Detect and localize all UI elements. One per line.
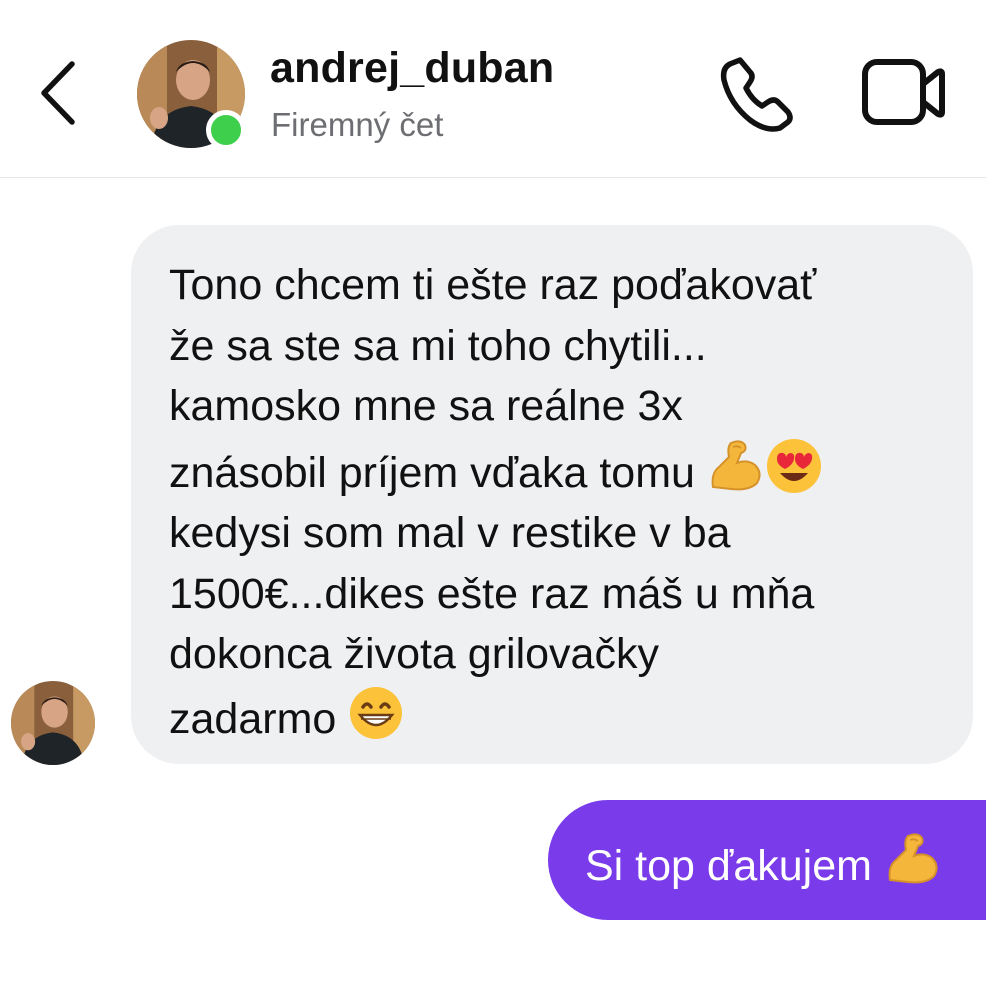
incoming-message-bubble[interactable]: Tono chcem ti ešte raz poďakovať že sa s… — [131, 225, 973, 764]
flexed-biceps-emoji — [711, 439, 761, 490]
back-button[interactable] — [34, 58, 84, 128]
message-line: že sa ste sa mi toho chytili... — [169, 321, 707, 370]
message-line: dokonca života grilovačky — [169, 630, 659, 678]
phone-icon — [720, 57, 793, 132]
outgoing-message-label: Si top ďakujem — [585, 841, 872, 890]
sender-avatar[interactable] — [11, 681, 95, 765]
video-camera-icon — [862, 59, 945, 125]
message-line: kedysi som mal v restike v ba — [169, 509, 731, 557]
outgoing-message-bubble[interactable]: Si top ďakujem — [548, 800, 986, 920]
flexed-biceps-emoji — [888, 832, 938, 883]
message-line: zadarmo — [169, 694, 337, 743]
heart-eyes-emoji — [766, 438, 821, 493]
chat-subtitle: Firemný čet — [271, 106, 444, 143]
online-status-indicator — [206, 110, 246, 150]
audio-call-button[interactable] — [718, 54, 798, 134]
chat-screen: andrej_duban Firemný čet Tono chcem ti e… — [0, 0, 986, 1001]
video-call-button[interactable] — [860, 56, 946, 132]
message-line: znásobil príjem vďaka tomu — [169, 448, 695, 497]
outgoing-message-text: Si top ďakujem — [585, 830, 942, 891]
incoming-message-text: Tono chcem ti ešte raz poďakovať že sa s… — [169, 255, 953, 749]
contact-username[interactable]: andrej_duban — [270, 44, 554, 93]
message-line: 1500€...dikes ešte raz máš u mňa — [169, 569, 815, 618]
grinning-face-emoji — [350, 686, 403, 739]
message-line: kamosko mne sa reálne 3x — [169, 382, 683, 430]
chat-header: andrej_duban Firemný čet — [0, 0, 986, 178]
chevron-left-icon — [41, 61, 75, 125]
message-line: Tono chcem ti ešte raz poďakovať — [169, 261, 817, 309]
